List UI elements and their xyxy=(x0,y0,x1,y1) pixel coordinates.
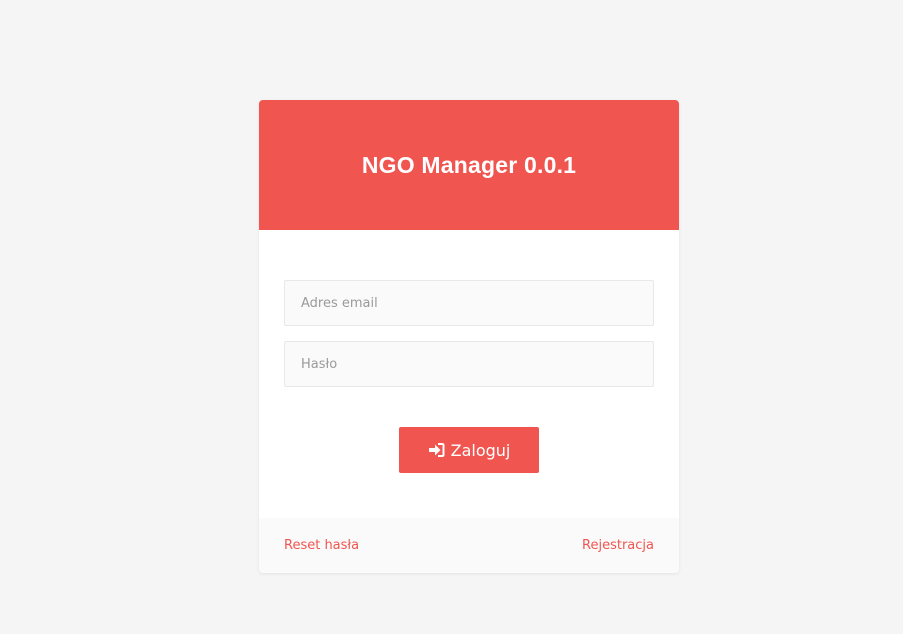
login-button-label: Zaloguj xyxy=(450,440,511,460)
button-row: Zaloguj xyxy=(284,427,654,473)
email-input[interactable] xyxy=(284,280,654,326)
password-input[interactable] xyxy=(284,341,654,387)
page-title: NGO Manager 0.0.1 xyxy=(361,151,577,178)
login-card: NGO Manager 0.0.1 Zaloguj Reset hasła Re… xyxy=(259,100,679,573)
card-footer: Reset hasła Rejestracja xyxy=(259,518,679,573)
login-button[interactable]: Zaloguj xyxy=(399,427,539,473)
register-link[interactable]: Rejestracja xyxy=(582,538,654,553)
reset-password-link[interactable]: Reset hasła xyxy=(284,538,359,553)
card-header: NGO Manager 0.0.1 xyxy=(259,100,679,230)
sign-in-icon xyxy=(428,442,445,458)
login-form: Zaloguj xyxy=(259,230,679,518)
